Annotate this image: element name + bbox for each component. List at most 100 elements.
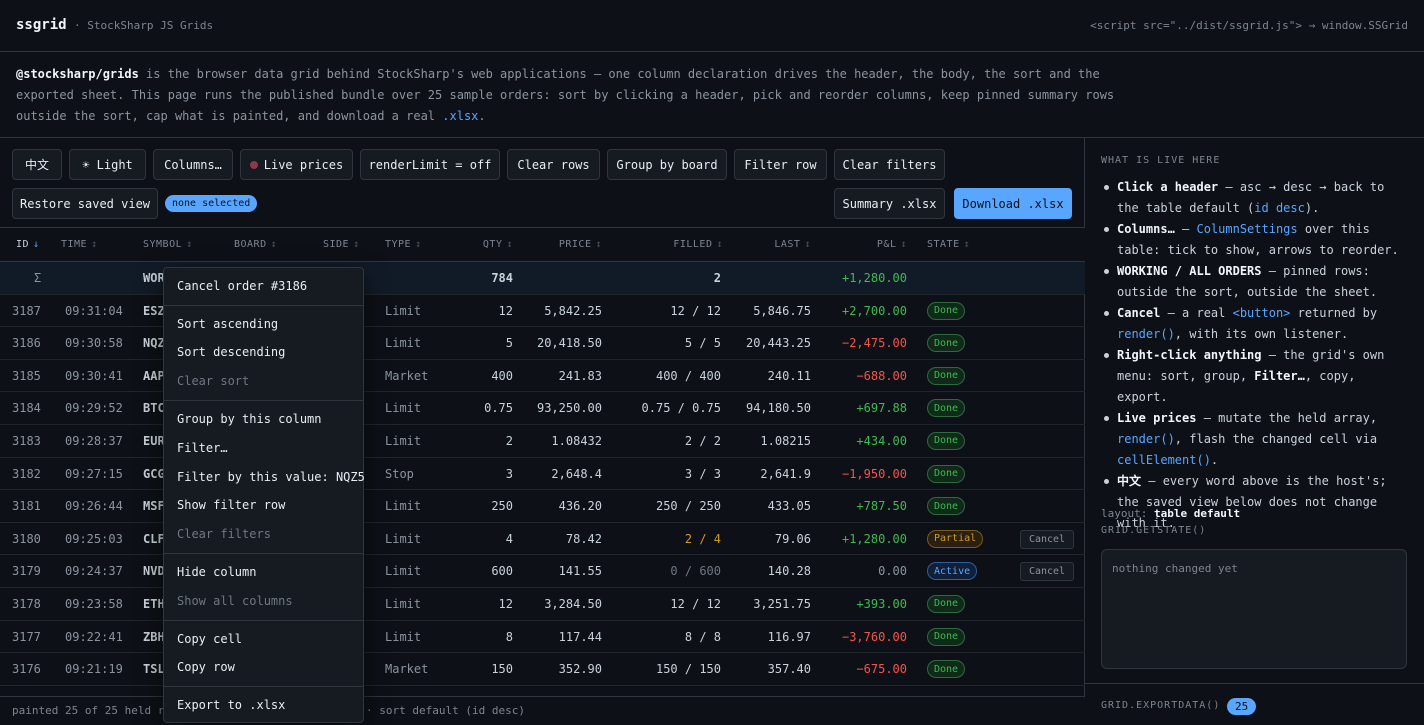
cell-time: 09:24:37 [65, 564, 123, 579]
cancel-order-button[interactable]: Cancel [1020, 562, 1074, 582]
col-header-side[interactable]: SIDE ↕ [323, 239, 360, 250]
menu-filter-by-value[interactable]: Filter by this value: NQZ5 [177, 470, 365, 484]
cell-symbol: BTC [143, 401, 165, 416]
status-badge: Active [927, 562, 978, 581]
cell-time: 09:31:04 [65, 303, 123, 318]
cell-pnl: +787.50 [856, 499, 907, 514]
col-header-type[interactable]: TYPE ↕ [385, 239, 422, 250]
live-prices-button[interactable]: Live prices [240, 149, 353, 180]
menu-filter[interactable]: Filter… [177, 441, 228, 455]
cell-time: 09:23:58 [65, 596, 123, 611]
status-badge: Done [927, 334, 966, 353]
cell-id: 3185 [12, 368, 41, 383]
cell-qty: 2 [505, 433, 513, 448]
clear-rows-button[interactable]: Clear rows [507, 149, 600, 180]
cell-symbol: ETH [143, 596, 165, 611]
live-status-dot [249, 160, 258, 169]
cell-symbol: ZBH [143, 629, 165, 644]
cell-qty: 4 [505, 531, 513, 546]
menu-export-xlsx[interactable]: Export to .xlsx [177, 698, 285, 712]
intro-line-3: outside the sort, cap what is painted, a… [16, 109, 443, 123]
menu-copy-cell[interactable]: Copy cell [177, 632, 242, 646]
menu-hide-column[interactable]: Hide column [177, 565, 256, 579]
group-by-board-button[interactable]: Group by board [607, 149, 727, 180]
col-header-state[interactable]: STATE ↕ [927, 239, 970, 250]
cell-pnl: −2,475.00 [841, 336, 907, 351]
cell-symbol: MSF [143, 499, 165, 514]
cell-time: 09:22:41 [65, 629, 123, 644]
menu-divider [164, 305, 363, 306]
cell-last: 2,641.9 [760, 466, 811, 481]
sort-icon: ↕ [595, 239, 602, 250]
cell-price: 78.42 [565, 531, 602, 546]
cell-id: 3184 [12, 401, 41, 416]
intro-line-1: is the browser data grid behind StockSha… [138, 67, 1100, 81]
cell-symbol: TSL [143, 662, 165, 677]
cell-filled: 2 / 4 [684, 531, 721, 546]
language-button[interactable]: 中文 [12, 149, 62, 180]
live-prices-label: Live prices [263, 157, 344, 172]
cell-filled: 150 / 150 [655, 662, 721, 677]
cell-id: 3180 [12, 531, 41, 546]
sort-icon: ↕ [91, 239, 98, 250]
cell-symbol: CLF [143, 531, 165, 546]
cell-filled: 12 / 12 [670, 596, 721, 611]
status-badge: Done [927, 399, 966, 418]
col-header-symbol[interactable]: SYMBOL ↕ [143, 239, 193, 250]
cell-price: 3,284.50 [544, 596, 602, 611]
cell-time: 09:25:03 [65, 531, 123, 546]
cell-id: 3181 [12, 499, 41, 514]
cell-filled: 400 / 400 [655, 368, 721, 383]
summary-pnl: +1,280.00 [841, 271, 907, 285]
filter-row-button[interactable]: Filter row [734, 149, 827, 180]
menu-sort-ascending[interactable]: Sort ascending [177, 317, 278, 331]
col-header-time[interactable]: TIME ↕ [61, 239, 98, 250]
theme-toggle-button[interactable]: ☀ Light [69, 149, 146, 180]
col-header-last[interactable]: LAST ↕ [774, 239, 811, 250]
xlsx-link[interactable]: .xlsx [442, 109, 478, 123]
cell-type: Limit [385, 499, 422, 514]
package-name: @stocksharp/grids [16, 67, 139, 81]
cell-last: 5,846.75 [753, 303, 811, 318]
cell-qty: 250 [491, 499, 513, 514]
state-output: nothing changed yet [1101, 549, 1407, 669]
restore-saved-view-button[interactable]: Restore saved view [12, 188, 158, 219]
cell-time: 09:28:37 [65, 433, 123, 448]
col-header-filled[interactable]: FILLED ↕ [673, 239, 723, 250]
col-header-id[interactable]: ID ↓ [16, 239, 40, 250]
col-header-board[interactable]: BOARD ↕ [234, 239, 277, 250]
summary-qty: 784 [491, 271, 513, 285]
cell-type: Limit [385, 401, 422, 416]
cell-filled: 0.75 / 0.75 [641, 401, 721, 416]
clear-filters-button[interactable]: Clear filters [834, 149, 945, 180]
menu-copy-row[interactable]: Copy row [177, 660, 235, 674]
exportdata-label: GRID.EXPORTDATA() [1101, 700, 1221, 711]
cell-id: 3178 [12, 596, 41, 611]
download-xlsx-button[interactable]: Download .xlsx [954, 188, 1072, 219]
columns-button[interactable]: Columns… [153, 149, 233, 180]
render-limit-button[interactable]: renderLimit = off [360, 149, 500, 180]
sort-desc-icon: ↓ [33, 239, 40, 250]
cell-time: 09:26:44 [65, 499, 123, 514]
menu-group-by-column[interactable]: Group by this column [177, 412, 322, 426]
cell-pnl: −675.00 [856, 662, 907, 677]
menu-cancel-order[interactable]: Cancel order #3186 [177, 279, 307, 293]
cancel-order-button[interactable]: Cancel [1020, 529, 1074, 549]
cell-qty: 12 [498, 596, 513, 611]
sort-icon: ↕ [506, 239, 513, 250]
menu-show-filter-row[interactable]: Show filter row [177, 498, 285, 512]
col-header-price[interactable]: PRICE ↕ [559, 239, 602, 250]
export-count-badge: 25 [1227, 698, 1257, 715]
cell-pnl: +393.00 [856, 596, 907, 611]
col-header-pnl[interactable]: P&L ↕ [877, 239, 907, 250]
status-badge: Partial [927, 529, 984, 548]
summary-xlsx-button[interactable]: Summary .xlsx [834, 188, 945, 219]
cell-type: Market [385, 662, 429, 677]
col-header-qty[interactable]: QTY ↕ [483, 239, 513, 250]
menu-sort-descending[interactable]: Sort descending [177, 345, 285, 359]
cell-qty: 12 [498, 303, 513, 318]
cell-filled: 8 / 8 [684, 629, 721, 644]
intro-line-2: exported sheet. This page runs the publi… [16, 88, 1115, 102]
cell-type: Limit [385, 303, 422, 318]
cell-qty: 5 [505, 336, 513, 351]
